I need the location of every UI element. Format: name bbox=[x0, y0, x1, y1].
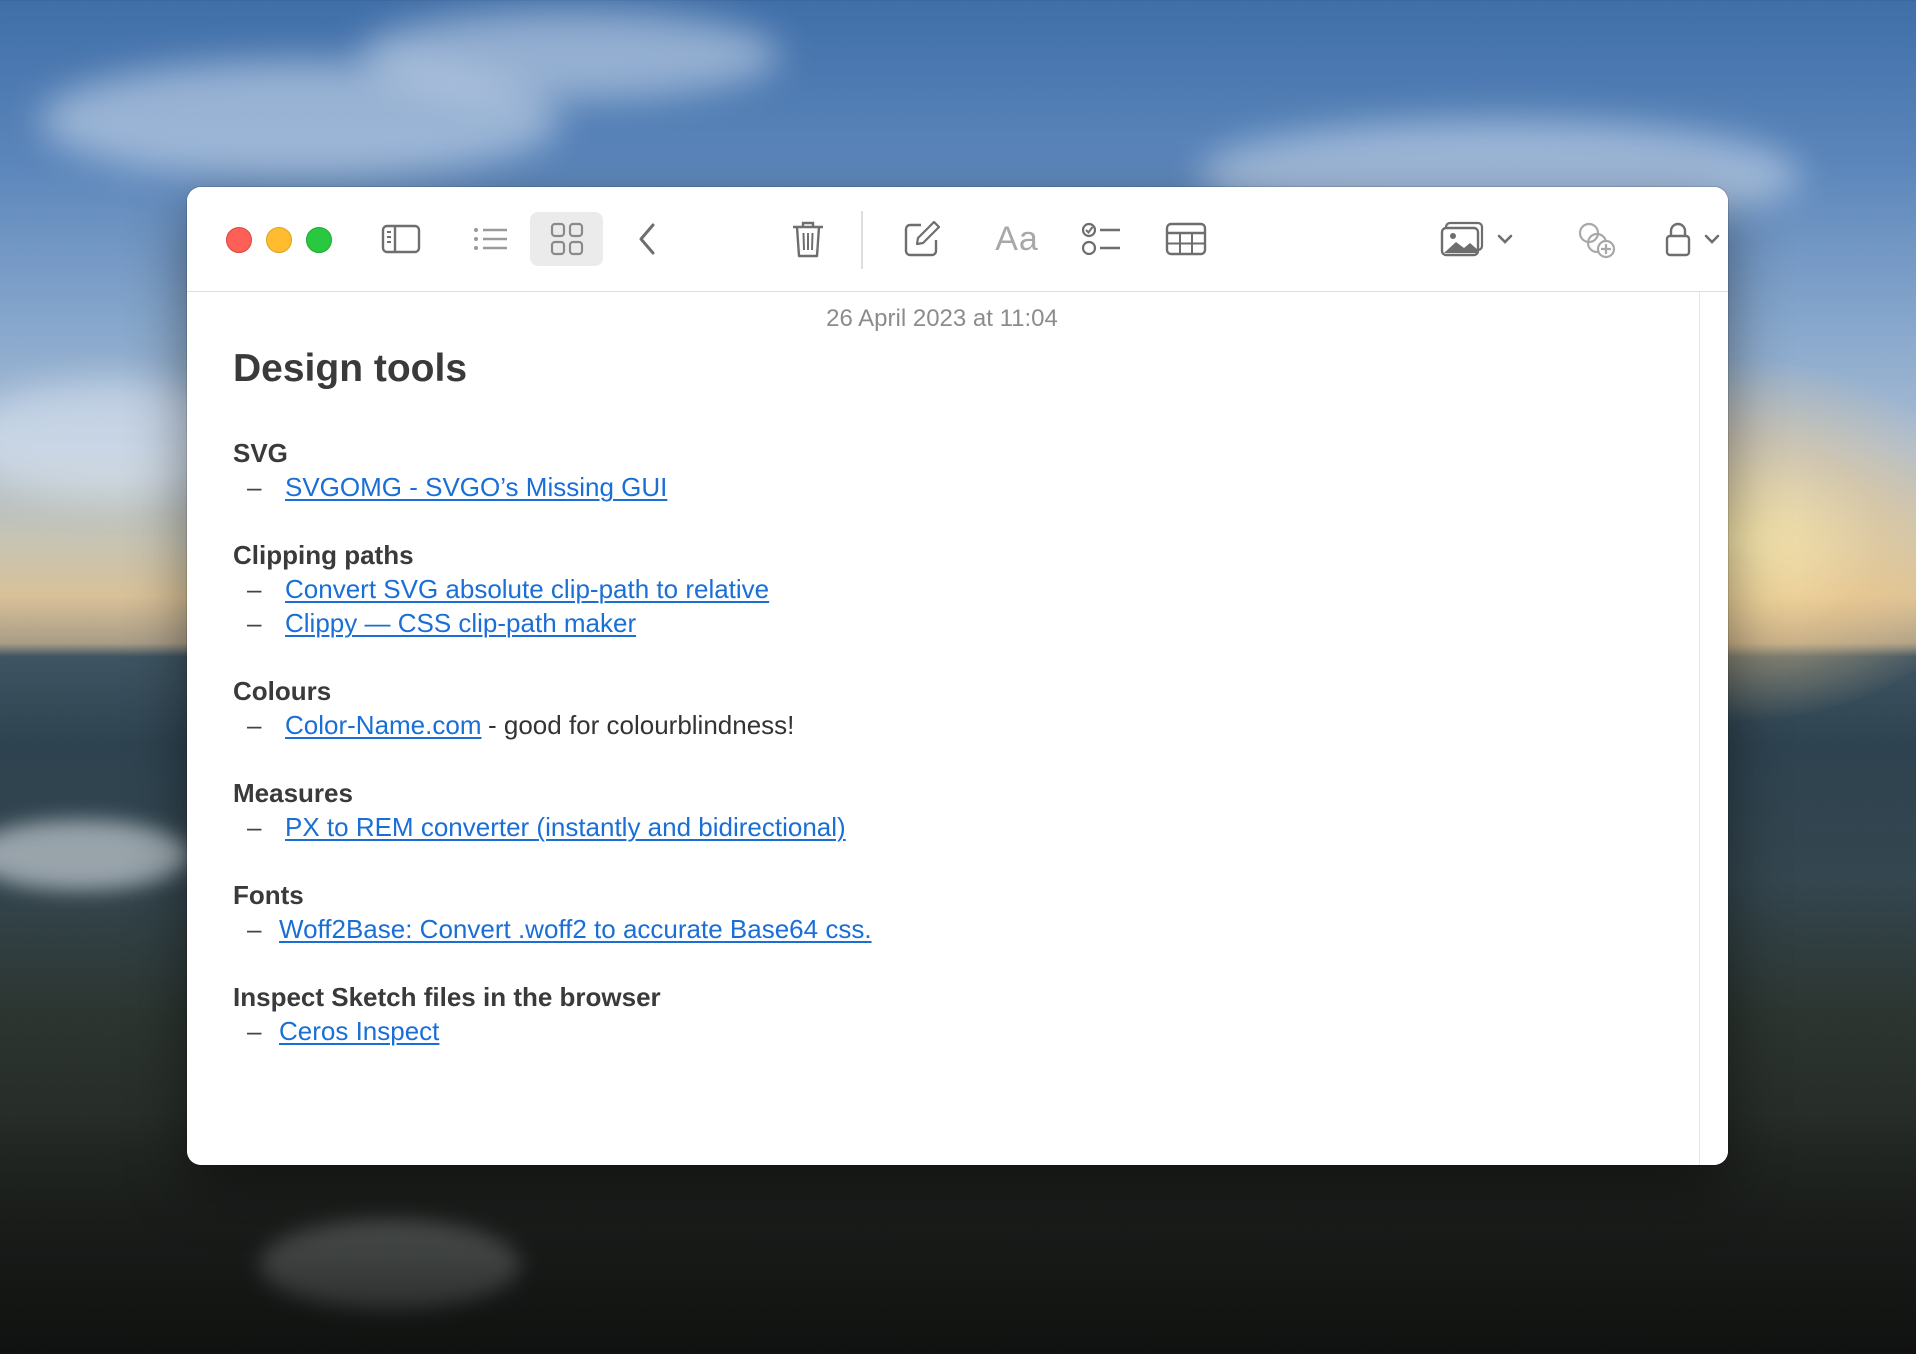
link-woff2base[interactable]: Woff2Base: Convert .woff2 to accurate Ba… bbox=[279, 914, 872, 945]
toolbar: Aa bbox=[187, 187, 1728, 292]
maximize-button[interactable] bbox=[306, 227, 332, 253]
link-clippy[interactable]: Clippy — CSS clip-path maker bbox=[285, 608, 636, 639]
list-dash: – bbox=[247, 608, 262, 638]
new-note-button[interactable] bbox=[900, 212, 944, 266]
link-px-to-rem[interactable]: PX to REM converter (instantly and bidir… bbox=[285, 812, 846, 843]
wave-foam bbox=[0, 820, 190, 890]
chevron-left-icon bbox=[639, 223, 655, 255]
back-button[interactable] bbox=[627, 212, 667, 266]
close-button[interactable] bbox=[226, 227, 252, 253]
text-format-icon: Aa bbox=[995, 219, 1039, 258]
delete-button[interactable] bbox=[787, 212, 829, 266]
collaborate-button[interactable] bbox=[1573, 212, 1619, 266]
list-dash: – bbox=[247, 914, 262, 944]
list-view-button[interactable] bbox=[469, 212, 513, 266]
section-heading: Inspect Sketch files in the browser bbox=[233, 982, 661, 1012]
minimize-button[interactable] bbox=[266, 227, 292, 253]
section-heading: Colours bbox=[233, 676, 332, 706]
link-color-name[interactable]: Color-Name.com bbox=[285, 710, 482, 741]
section-heading: Fonts bbox=[233, 880, 304, 910]
notes-window: Aa 26 April 2023 at 11:04 Design tools S… bbox=[187, 187, 1728, 1165]
lock-icon bbox=[1665, 222, 1691, 257]
media-button[interactable] bbox=[1437, 212, 1517, 266]
note-date: 26 April 2023 at 11:04 bbox=[826, 305, 1058, 332]
photo-icon bbox=[1440, 221, 1484, 257]
toolbar-separator bbox=[861, 211, 863, 269]
list-dash: – bbox=[247, 1016, 262, 1046]
link-ceros-inspect[interactable]: Ceros Inspect bbox=[279, 1016, 439, 1047]
sidebar-toggle-button[interactable] bbox=[379, 212, 423, 266]
compose-icon bbox=[904, 220, 941, 257]
chevron-down-icon bbox=[1497, 234, 1513, 244]
collaborate-icon bbox=[1578, 222, 1616, 259]
scroll-edge-divider bbox=[1699, 292, 1700, 1165]
checklist-button[interactable] bbox=[1080, 212, 1124, 266]
sky-cloud bbox=[360, 10, 780, 100]
format-button[interactable]: Aa bbox=[991, 212, 1043, 266]
section-heading: Measures bbox=[233, 778, 353, 808]
list-dash: – bbox=[247, 472, 262, 502]
gallery-view-button[interactable] bbox=[530, 212, 603, 266]
sidebar-icon bbox=[381, 224, 421, 254]
list-dash: – bbox=[247, 574, 262, 604]
table-button[interactable] bbox=[1162, 212, 1210, 266]
note-text: - good for colourblindness! bbox=[488, 710, 795, 740]
checklist-icon bbox=[1082, 222, 1120, 256]
grid-icon bbox=[550, 222, 583, 256]
table-icon bbox=[1165, 222, 1207, 256]
list-dash: – bbox=[247, 710, 262, 740]
section-heading: SVG bbox=[233, 438, 288, 468]
section-heading: Clipping paths bbox=[233, 540, 414, 570]
chevron-down-icon bbox=[1704, 234, 1720, 244]
link-svgomg[interactable]: SVGOMG - SVGO’s Missing GUI bbox=[285, 472, 667, 503]
list-dash: – bbox=[247, 812, 262, 842]
list-icon bbox=[474, 228, 507, 250]
lock-button[interactable] bbox=[1657, 212, 1728, 266]
trash-icon bbox=[793, 221, 823, 258]
note-title: Design tools bbox=[233, 347, 468, 390]
link-clip-path-relative[interactable]: Convert SVG absolute clip-path to relati… bbox=[285, 574, 769, 605]
